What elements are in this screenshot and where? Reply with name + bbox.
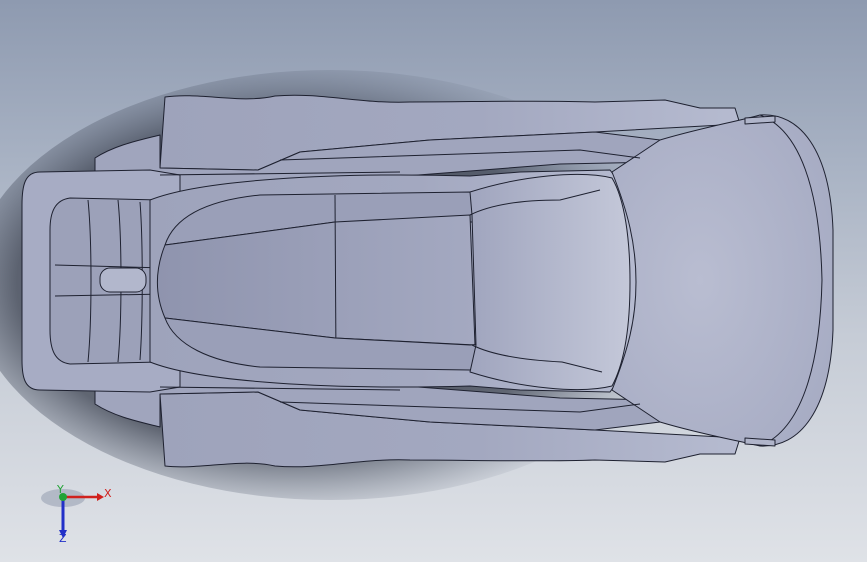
rear-exhaust: [99, 267, 147, 293]
coordinate-triad: X Y Z: [41, 483, 112, 545]
front-tab-bottom: [744, 437, 776, 447]
race-car-model[interactable]: [21, 94, 834, 468]
triad-x-label: X: [104, 487, 112, 500]
triad-y-label: Y: [56, 483, 64, 496]
front-tab-top: [744, 115, 776, 125]
model-canvas[interactable]: X Y Z: [0, 0, 867, 562]
triad-z-label: Z: [59, 532, 67, 545]
triad-x-arrow: [97, 493, 104, 501]
graphics-viewport[interactable]: X Y Z: [0, 0, 867, 562]
front-nose: [611, 114, 834, 447]
